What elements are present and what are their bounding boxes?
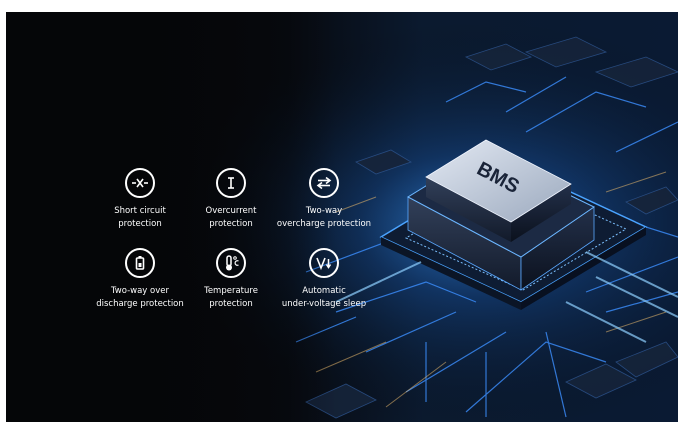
voltage-down-icon: [309, 248, 339, 278]
feature-under-voltage-sleep: Automatic under-voltage sleep: [259, 248, 389, 311]
feature-label: Temperature protection: [204, 286, 258, 309]
battery-icon: [125, 248, 155, 278]
feature-banner: BMS Short circuit protection Overcurrent…: [6, 12, 678, 422]
feature-label: Two-way overcharge protection: [276, 206, 372, 229]
feature-two-way-overcharge: Two-way overcharge protection: [259, 168, 389, 231]
overcurrent-icon: [216, 168, 246, 198]
short-circuit-icon: [125, 168, 155, 198]
feature-label: Overcurrent protection: [205, 206, 257, 229]
protection-features: Short circuit protection Overcurrent pro…: [6, 12, 678, 422]
feature-label: Short circuit protection: [114, 206, 166, 229]
thermometer-icon: [216, 248, 246, 278]
two-way-arrows-icon: [309, 168, 339, 198]
feature-label: Automatic under-voltage sleep: [281, 286, 367, 309]
